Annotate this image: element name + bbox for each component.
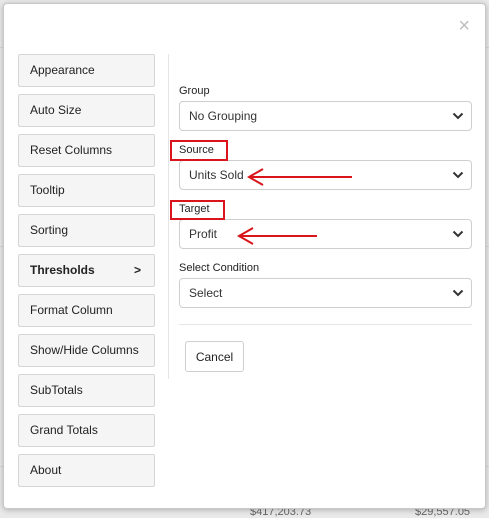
settings-menu: Appearance Auto Size Reset Columns Toolt… [18,54,155,494]
menu-item-tooltip[interactable]: Tooltip [18,174,155,207]
menu-item-sorting[interactable]: Sorting [18,214,155,247]
condition-select[interactable]: Select [179,278,472,308]
column-settings-dialog: × Appearance Auto Size Reset Columns Too… [3,3,486,509]
menu-item-grand-totals[interactable]: Grand Totals [18,414,155,447]
menu-item-appearance[interactable]: Appearance [18,54,155,87]
horizontal-divider [179,324,472,325]
close-icon[interactable]: × [458,16,470,36]
target-select[interactable]: Profit [179,219,472,249]
chevron-down-icon [452,171,464,179]
group-label: Group [179,85,210,97]
menu-item-thresholds[interactable]: Thresholds > [18,254,155,287]
menu-item-about[interactable]: About [18,454,155,487]
menu-item-subtotals[interactable]: SubTotals [18,374,155,407]
menu-item-reset-columns[interactable]: Reset Columns [18,134,155,167]
source-label-highlight [170,140,228,161]
chevron-down-icon [452,230,464,238]
chevron-right-icon: > [133,263,141,277]
target-label-highlight [170,200,225,220]
menu-item-show-hide-columns[interactable]: Show/Hide Columns [18,334,155,367]
group-select[interactable]: No Grouping [179,101,472,131]
condition-label: Select Condition [179,262,260,274]
cancel-button[interactable]: Cancel [185,341,244,372]
vertical-divider [168,54,169,379]
annotation-arrow-icon [246,168,352,186]
menu-item-format-column[interactable]: Format Column [18,294,155,327]
menu-item-auto-size[interactable]: Auto Size [18,94,155,127]
chevron-down-icon [452,112,464,120]
chevron-down-icon [452,289,464,297]
annotation-arrow-icon [236,227,317,245]
